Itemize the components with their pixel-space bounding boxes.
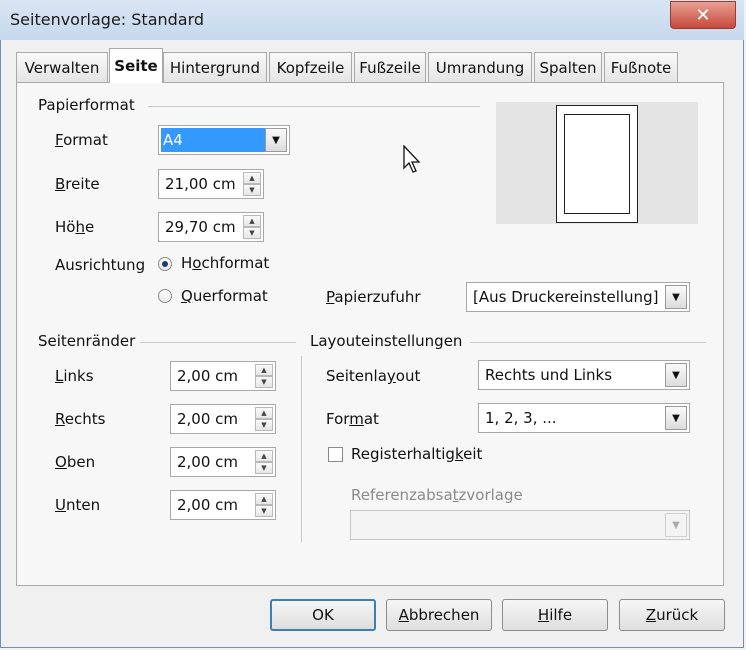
oben-spin-field[interactable]: ▲▼: [170, 447, 276, 477]
tab-fussnote[interactable]: Fußnote: [604, 52, 678, 82]
tab-umrandung[interactable]: Umrandung: [428, 52, 532, 82]
hochformat-label: Hochformat: [181, 254, 270, 272]
spin-up-icon[interactable]: ▲: [255, 493, 273, 505]
papierformat-divider: [148, 106, 480, 107]
chevron-down-icon[interactable]: ▼: [665, 513, 687, 537]
breite-spin-arrows[interactable]: ▲ ▼: [243, 172, 261, 196]
rechts-label: Rechts: [55, 410, 106, 428]
unten-label: Unten: [55, 496, 101, 514]
spin-down-icon[interactable]: ▼: [255, 376, 273, 388]
zurueck-button[interactable]: Zurück: [619, 599, 725, 631]
tab-fusszeile[interactable]: Fußzeile: [354, 52, 426, 82]
breite-label: Breite: [55, 175, 100, 193]
ok-button[interactable]: OK: [270, 599, 376, 631]
close-icon: ✕: [695, 4, 711, 26]
layout-format-select[interactable]: 1, 2, 3, ... ▼: [478, 403, 690, 433]
tab-hintergrund[interactable]: Hintergrund: [163, 52, 267, 82]
chevron-down-icon[interactable]: ▼: [665, 285, 687, 309]
spin-up-icon[interactable]: ▲: [255, 407, 273, 419]
spin-down-icon[interactable]: ▼: [243, 184, 261, 196]
group-separator: [301, 356, 302, 542]
tab-seite[interactable]: Seite: [109, 48, 163, 83]
paper-format-value: A4: [163, 131, 183, 149]
tab-spalten[interactable]: Spalten: [534, 52, 602, 82]
spin-down-icon[interactable]: ▼: [255, 419, 273, 431]
chevron-down-icon[interactable]: ▼: [265, 128, 287, 152]
seitenlayout-label: Seitenlayout: [326, 367, 421, 385]
spin-up-icon[interactable]: ▲: [243, 215, 261, 227]
links-label: Links: [55, 367, 94, 385]
format-label-rest: ormat: [63, 131, 108, 149]
papierformat-heading: Papierformat: [38, 96, 135, 114]
hochformat-radio[interactable]: [158, 257, 172, 271]
registerhaltigkeit-checkbox[interactable]: [328, 447, 343, 462]
breite-spin-field[interactable]: ▲▼: [158, 169, 264, 199]
spin-up-icon[interactable]: ▲: [255, 364, 273, 376]
layout-format-value: 1, 2, 3, ...: [485, 409, 557, 427]
oben-label: Oben: [55, 453, 96, 471]
spin-down-icon[interactable]: ▼: [255, 505, 273, 517]
rechts-spin-arrows[interactable]: ▲ ▼: [255, 407, 273, 431]
papierzufuhr-label: Papierzufuhr: [326, 288, 421, 306]
unten-spin-arrows[interactable]: ▲ ▼: [255, 493, 273, 517]
tab-kopfzeile[interactable]: Kopfzeile: [269, 52, 352, 82]
spin-down-icon[interactable]: ▼: [255, 462, 273, 474]
spin-up-icon[interactable]: ▲: [255, 450, 273, 462]
layout-divider: [470, 342, 706, 343]
window-title: Seitenvorlage: Standard: [10, 10, 205, 29]
registerhaltigkeit-label: Registerhaltigkeit: [351, 445, 483, 463]
links-spin-arrows[interactable]: ▲ ▼: [255, 364, 273, 388]
papierzufuhr-value: [Aus Druckereinstellung]: [473, 288, 659, 306]
seitenraender-heading: Seitenränder: [38, 332, 136, 350]
hilfe-button[interactable]: Hilfe: [502, 599, 608, 631]
tab-verwalten[interactable]: Verwalten: [16, 52, 108, 82]
seitenlayout-value: Rechts und Links: [485, 366, 613, 384]
querformat-label: Querformat: [181, 287, 268, 305]
chevron-down-icon[interactable]: ▼: [665, 363, 687, 387]
seitenlayout-select[interactable]: Rechts und Links ▼: [478, 360, 690, 390]
links-spin-field[interactable]: ▲▼: [170, 361, 276, 391]
spin-down-icon[interactable]: ▼: [243, 227, 261, 239]
hoehe-label: Höhe: [55, 218, 95, 236]
chevron-down-icon[interactable]: ▼: [665, 406, 687, 430]
spin-up-icon[interactable]: ▲: [243, 172, 261, 184]
abbrechen-button[interactable]: Abbrechen: [386, 599, 492, 631]
ausrichtung-label: Ausrichtung: [55, 256, 146, 274]
papierzufuhr-select[interactable]: [Aus Druckereinstellung] ▼: [466, 282, 690, 312]
title-bar: Seitenvorlage: Standard: [0, 0, 744, 40]
referenz-select[interactable]: ▼: [350, 510, 690, 540]
hoehe-spin-field[interactable]: ▲▼: [158, 212, 264, 242]
mouse-pointer-icon: [403, 145, 421, 173]
layout-format-label: Format: [326, 410, 379, 428]
unten-spin-field[interactable]: ▲▼: [170, 490, 276, 520]
paper-format-select[interactable]: A4 ▼: [158, 125, 290, 155]
seitenraender-divider: [140, 342, 296, 343]
oben-spin-arrows[interactable]: ▲ ▼: [255, 450, 273, 474]
close-button[interactable]: ✕: [670, 1, 736, 29]
rechts-spin-field[interactable]: ▲▼: [170, 404, 276, 434]
layout-heading: Layouteinstellungen: [310, 332, 463, 350]
hoehe-spin-arrows[interactable]: ▲ ▼: [243, 215, 261, 239]
page-preview-margins: [564, 114, 630, 214]
querformat-radio[interactable]: [158, 289, 172, 303]
referenz-label: Referenzabsatzvorlage: [351, 486, 523, 504]
format-label: Format: [55, 131, 108, 149]
